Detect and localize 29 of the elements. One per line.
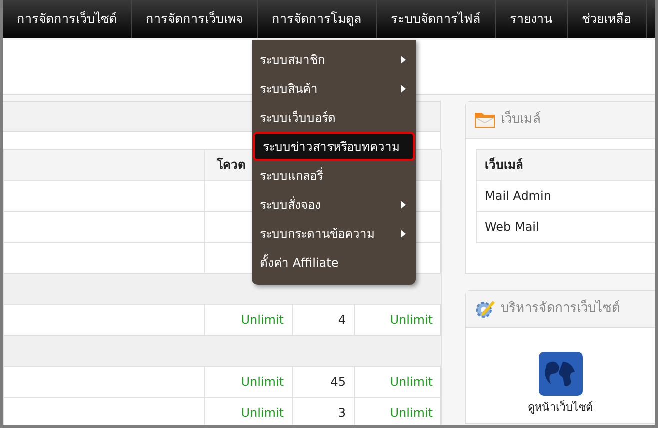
submenu-arrow-icon: [401, 200, 406, 208]
submenu-arrow-icon: [401, 230, 406, 238]
table-cell: Unlimit: [354, 366, 442, 398]
table-cell: Unlimit: [204, 366, 292, 398]
card-title: เว็บเมล์: [501, 110, 541, 130]
dropdown-item[interactable]: ระบบข่าวสารหรือบทความ: [253, 132, 415, 161]
nav-menu-item[interactable]: รายงาน: [496, 0, 568, 38]
nav-menu-item[interactable]: ช่วยเหลือ: [568, 0, 647, 38]
nav-menu-item[interactable]: การจัดการเว็บไซต์: [3, 0, 132, 38]
nav-menu-item[interactable]: การจัดการเว็บเพจ: [132, 0, 258, 38]
dropdown-item[interactable]: ระบบกระดานข้อความ: [252, 219, 416, 248]
submenu-arrow-icon: [401, 56, 406, 64]
dropdown-item[interactable]: ระบบสั่งจอง: [252, 190, 416, 219]
card-title: บริหารจัดการเว็บไซต์: [501, 299, 620, 318]
dropdown-item[interactable]: ระบบเว็บบอร์ด: [252, 103, 416, 132]
shortcut-link[interactable]: ดูหน้าเว็บไซต์: [528, 400, 593, 416]
dropdown-item[interactable]: ระบบสินค้า: [252, 74, 416, 103]
table-cell: 45: [292, 366, 354, 398]
table-header-cell: เว็บเมล์: [476, 150, 655, 180]
nav-menu-item[interactable]: ระบบจัดการไฟล์: [377, 0, 496, 38]
gear-pencil-icon: [474, 298, 496, 320]
mail-folder-icon: [474, 111, 496, 129]
webmail-link[interactable]: Mail Admin: [476, 180, 655, 212]
nav-menu-item[interactable]: การจัดการโมดูล: [258, 0, 377, 38]
dropdown-item[interactable]: ระบบสมาชิก: [252, 45, 416, 74]
dropdown-item[interactable]: ตั้งค่า Affiliate: [252, 248, 416, 277]
submenu-arrow-icon: [401, 84, 406, 92]
webmail-link[interactable]: Web Mail: [476, 212, 655, 242]
globe-icon[interactable]: [538, 352, 582, 396]
